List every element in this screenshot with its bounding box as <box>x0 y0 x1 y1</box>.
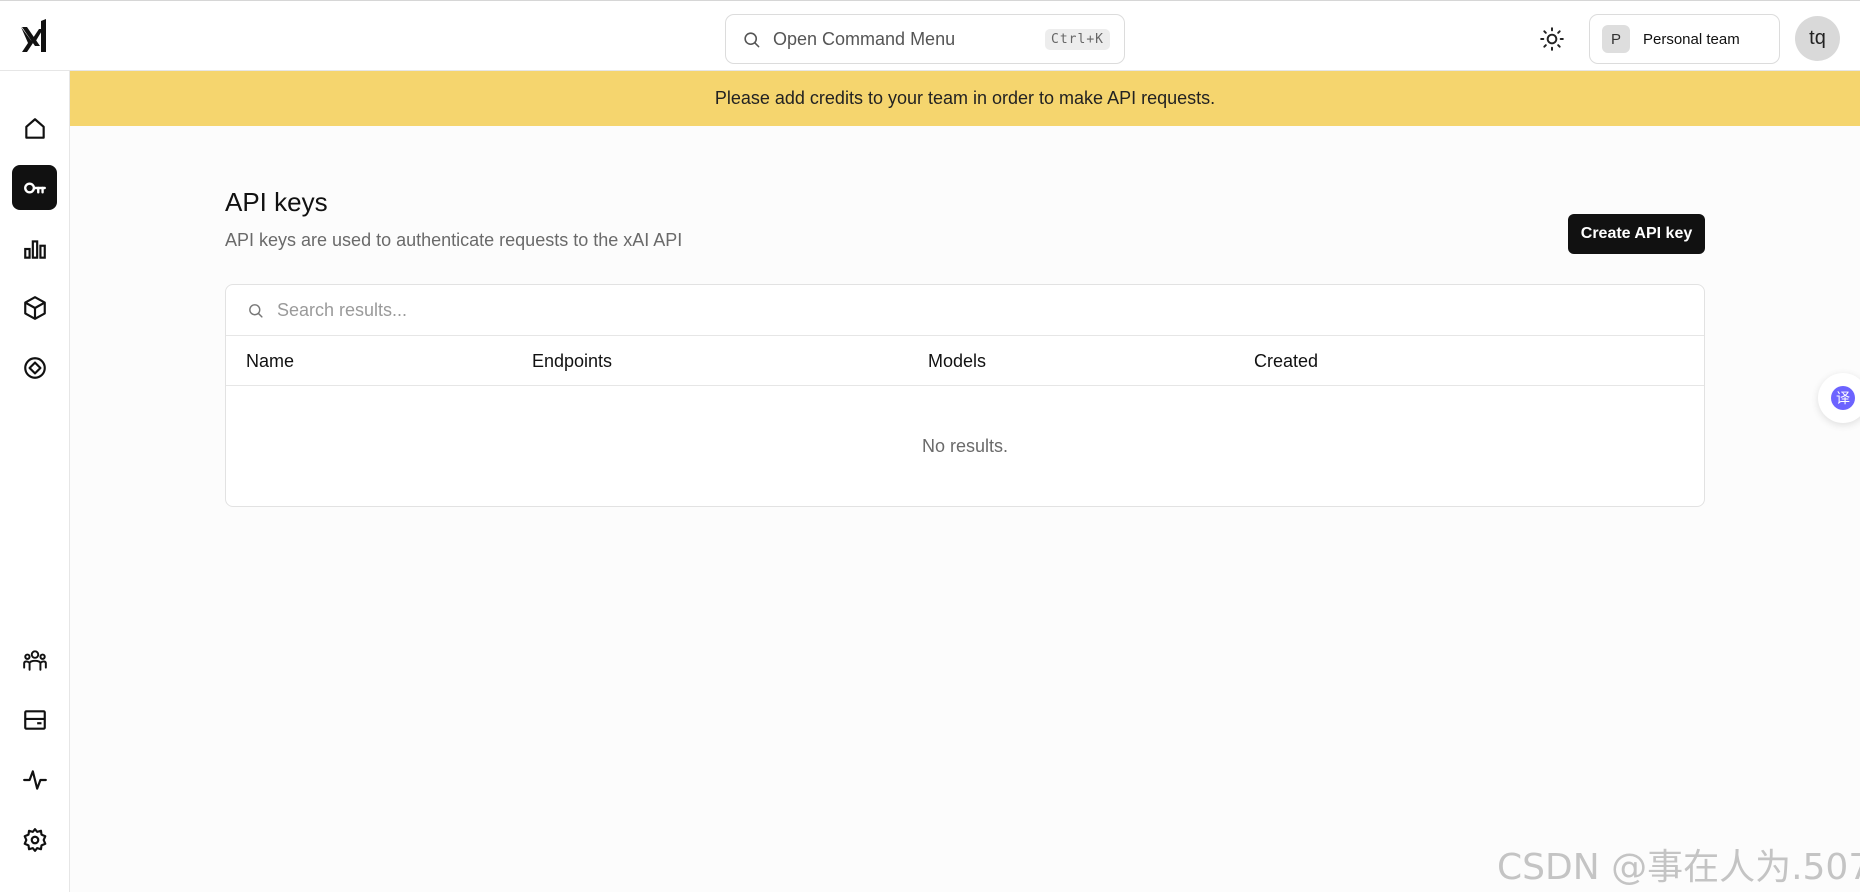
command-menu-button[interactable]: Open Command Menu Ctrl+K <box>725 14 1125 64</box>
key-icon <box>23 181 46 194</box>
sidebar-item-billing[interactable] <box>12 697 57 742</box>
column-header-created[interactable]: Created <box>1254 351 1318 372</box>
cube-icon <box>23 295 46 320</box>
team-avatar: P <box>1602 25 1630 53</box>
bar-chart-icon <box>23 239 46 259</box>
activity-icon <box>22 769 47 790</box>
sidebar-item-settings[interactable] <box>12 817 57 862</box>
page-title: API keys <box>225 187 328 217</box>
watermark: CSDN @事在人为.507 <box>1497 847 1860 888</box>
search-input[interactable] <box>277 299 877 321</box>
users-icon <box>22 649 47 671</box>
sidebar-item-activity[interactable] <box>12 757 57 802</box>
sidebar <box>0 71 70 892</box>
translate-widget[interactable]: 译 <box>1818 373 1860 423</box>
team-switcher[interactable]: P Personal team <box>1589 14 1780 64</box>
sidebar-item-api-keys[interactable] <box>12 165 57 210</box>
top-bar: Open Command Menu Ctrl+K P Personal team… <box>0 0 1860 71</box>
sidebar-item-team[interactable] <box>12 637 57 682</box>
table-search-bar <box>226 285 1704 336</box>
xai-logo[interactable] <box>19 19 51 53</box>
user-avatar[interactable]: tq <box>1795 16 1840 61</box>
home-icon <box>24 117 45 139</box>
column-header-endpoints[interactable]: Endpoints <box>532 351 612 372</box>
table-header: Name Endpoints Models Created <box>226 336 1704 386</box>
credits-warning-banner: Please add credits to your team in order… <box>70 71 1860 126</box>
team-name: Personal team <box>1643 30 1740 48</box>
shortcut-badge: Ctrl+K <box>1045 28 1110 50</box>
page-subtitle: API keys are used to authenticate reques… <box>225 230 683 250</box>
sidebar-item-home[interactable] <box>12 106 57 151</box>
search-icon <box>744 31 760 47</box>
compass-icon <box>23 356 46 379</box>
column-header-name[interactable]: Name <box>246 351 294 372</box>
sidebar-item-usage[interactable] <box>12 226 57 271</box>
billing-icon <box>23 709 46 730</box>
column-header-models[interactable]: Models <box>928 351 986 372</box>
search-icon <box>249 303 263 318</box>
command-menu-label: Open Command Menu <box>773 28 956 49</box>
empty-state: No results. <box>921 435 1009 456</box>
translate-icon: 译 <box>1831 386 1855 410</box>
settings-icon <box>23 827 46 852</box>
sidebar-item-models[interactable] <box>12 285 57 330</box>
create-api-key-button[interactable]: Create API key <box>1568 214 1705 254</box>
api-keys-table: Name Endpoints Models Created No results… <box>225 284 1705 507</box>
sun-icon[interactable] <box>1539 26 1565 52</box>
sidebar-item-explore[interactable] <box>12 345 57 390</box>
